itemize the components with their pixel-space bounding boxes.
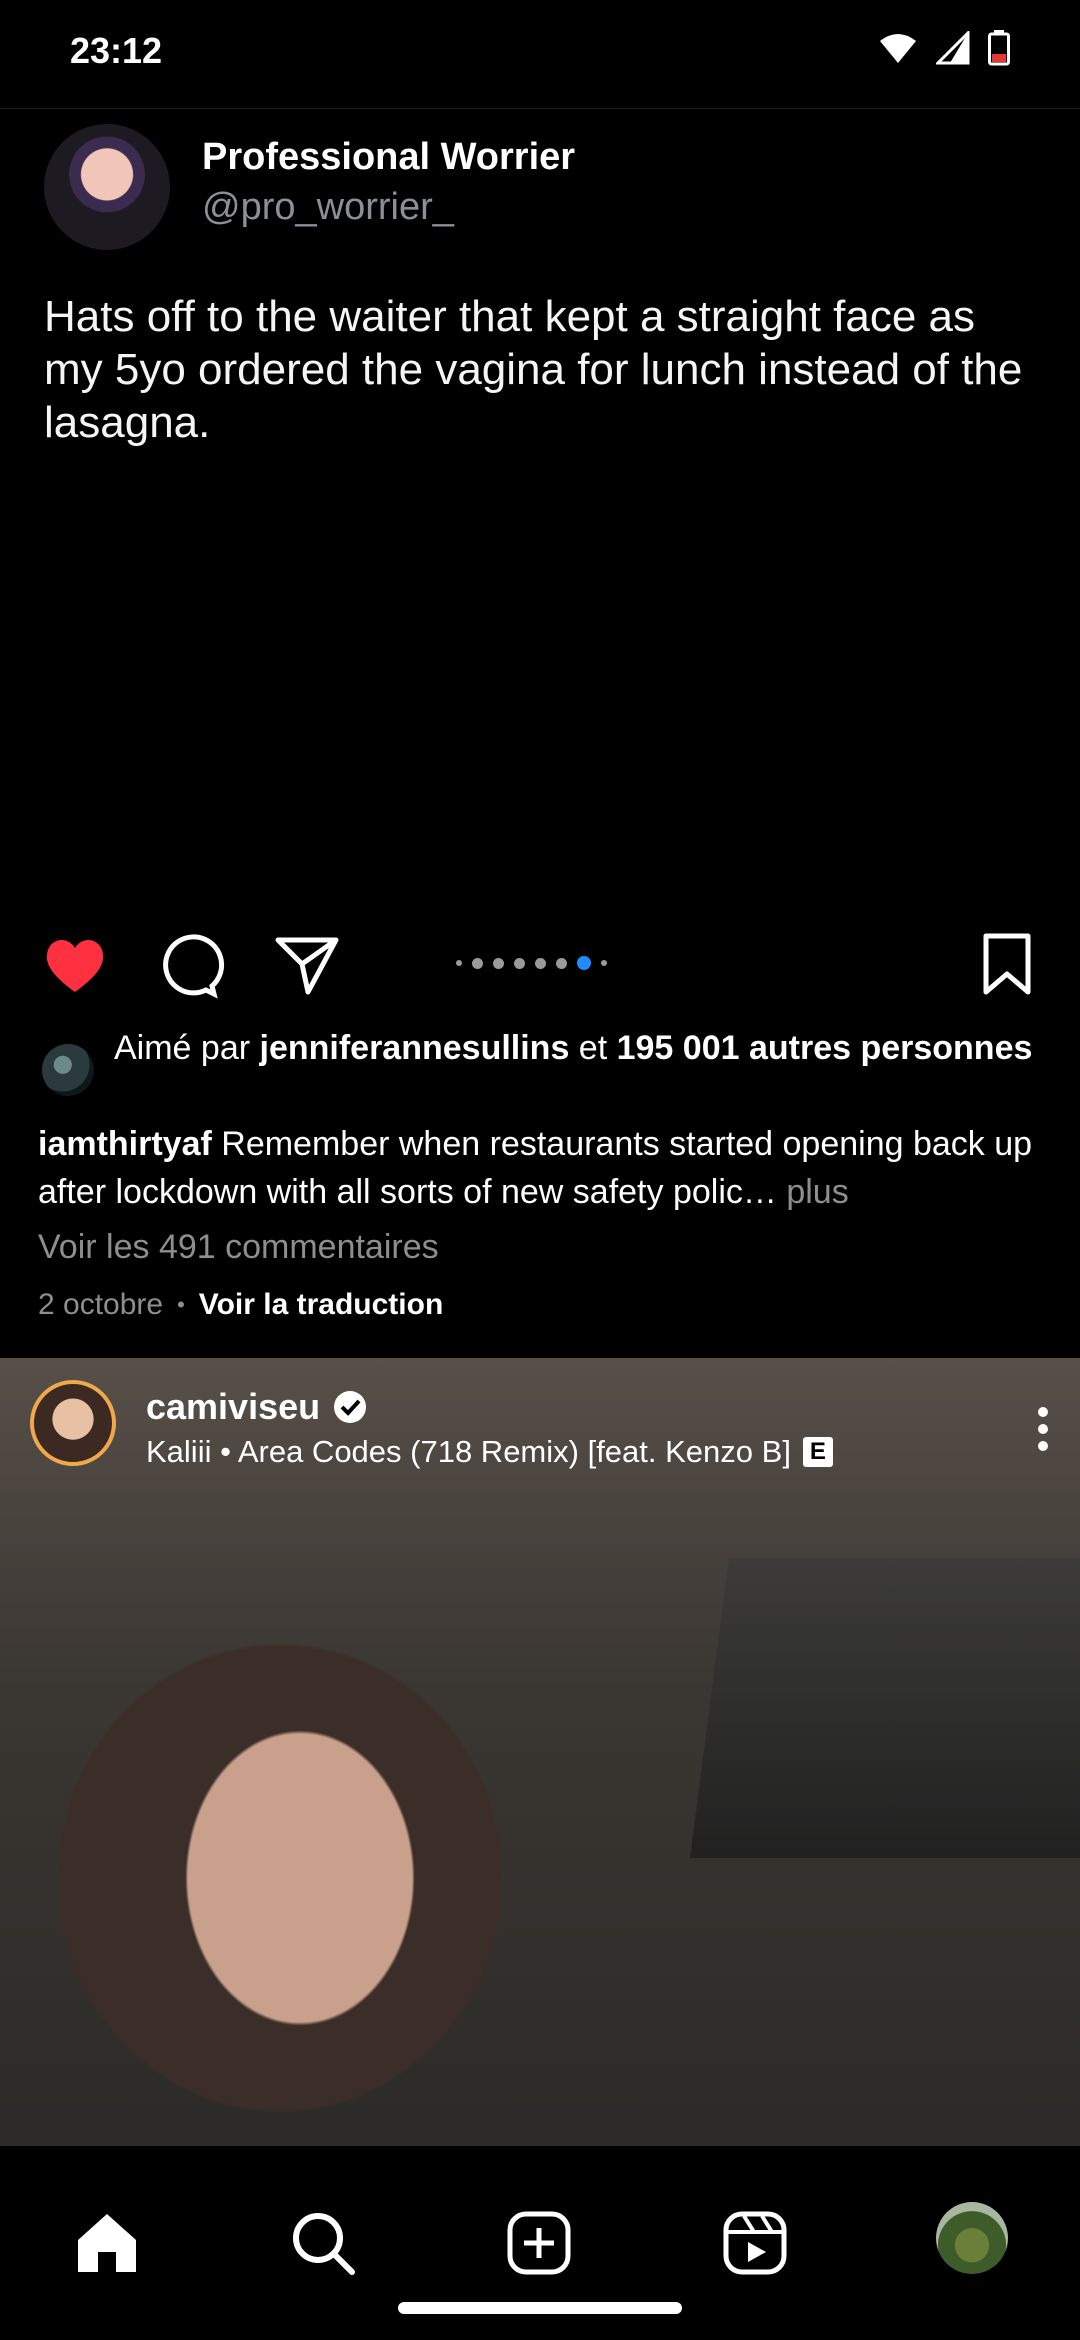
caption-more-link[interactable]: plus [777,1173,848,1211]
search-icon[interactable] [288,2208,358,2278]
reels-icon[interactable] [720,2208,790,2278]
bookmark-icon[interactable] [972,930,1042,1000]
carousel-dot [601,960,607,966]
view-comments-link[interactable]: Voir les 491 commentaires [38,1228,439,1267]
home-indicator[interactable] [398,2302,682,2314]
verified-badge-icon [334,1391,367,1423]
carousel-dot [556,957,567,969]
liker-avatar [42,1044,94,1096]
carousel-dot [472,957,483,969]
reel-username[interactable]: camiviseu [146,1386,320,1428]
tweet-text: Hats off to the waiter that kept a strai… [44,292,1023,447]
share-icon[interactable] [272,930,342,1000]
translate-link[interactable]: Voir la traduction [199,1288,443,1322]
carousel-dot [493,957,504,969]
likes-middle: et [569,1029,617,1067]
wifi-icon [880,34,916,63]
reel-audio-row[interactable]: Kaliii • Area Codes (718 Remix) [feat. K… [146,1434,833,1470]
reel-song-title[interactable]: Kaliii • Area Codes (718 Remix) [feat. K… [146,1434,791,1470]
battery-icon [988,30,1010,66]
explicit-badge: E [802,1437,833,1467]
home-icon[interactable] [72,2208,142,2278]
signal-icon [936,31,970,65]
carousel-dot [514,957,525,969]
reel-header: camiviseu Kaliii • Area Codes (718 Remix… [0,1358,1080,1498]
reel-username-row[interactable]: camiviseu [146,1386,368,1428]
profile-avatar[interactable] [936,2202,1008,2274]
post-date: 2 octobre [38,1288,164,1321]
more-options-icon[interactable] [1036,1406,1050,1452]
create-icon[interactable] [504,2208,574,2278]
caption-username[interactable]: iamthirtyaf [38,1125,212,1163]
likes-count[interactable]: 195 001 autres personnes [617,1029,1033,1067]
carousel-dot [456,960,462,966]
heart-icon[interactable] [40,930,110,1000]
status-icons [878,30,1010,66]
status-time: 23:12 [70,30,163,71]
tweet-author-avatar [44,124,170,250]
post-meta: 2 octobre • Voir la traduction [38,1288,443,1322]
comment-icon[interactable] [156,930,226,1000]
carousel-indicator [456,956,607,970]
carousel-dot [535,957,546,969]
liker-username[interactable]: jenniferannesullins [260,1029,570,1067]
carousel-dot-active [577,956,591,970]
meta-separator: • [177,1292,185,1317]
reel-background-detail [690,1558,1080,1858]
tweet-display-name: Professional Worrier [202,136,576,178]
post-caption[interactable]: iamthirtyaf Remember when restaurants st… [38,1120,1048,1216]
tweet-handle: @pro_worrier_ [202,186,454,228]
likes-prefix: Aimé par [114,1029,260,1067]
status-bar: 23:12 [0,0,1080,108]
reel-author-avatar[interactable] [30,1380,116,1466]
likes-text: Aimé par jenniferannesullins et 195 001 … [114,1026,1034,1070]
